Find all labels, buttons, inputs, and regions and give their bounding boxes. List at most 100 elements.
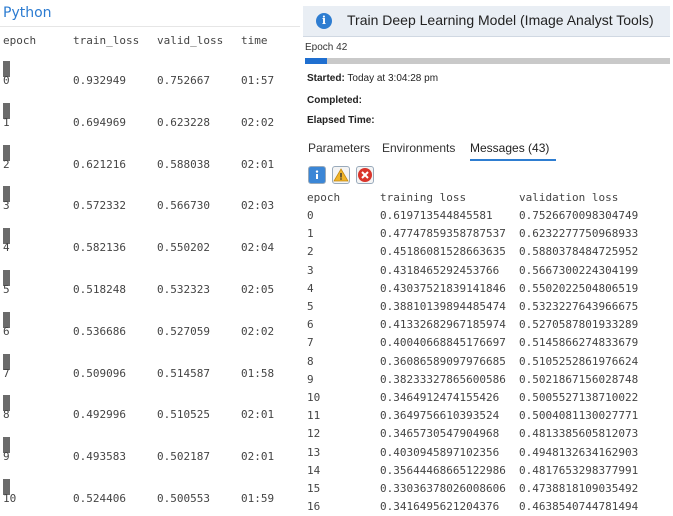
py-cell-epoch: 3: [3, 199, 10, 213]
msg-cell-training-loss: 0.4318465292453766: [380, 263, 500, 277]
msg-cell-training-loss: 0.619713544845581: [380, 209, 493, 222]
msg-cell-training-loss: 0.4030945897102356: [380, 445, 500, 459]
msg-cell-validation-loss: 0.4817653298377991: [519, 463, 639, 477]
py-header-epoch: epoch: [3, 34, 37, 47]
msg-cell-training-loss: 0.3416495621204376: [380, 500, 500, 514]
msg-cell-validation-loss: 0.6232277750968933: [519, 227, 639, 241]
msg-cell-training-loss: 0.3464912474155426: [380, 391, 500, 404]
python-output-row: 0 0.932949 0.752667 01:57: [0, 61, 300, 103]
py-cell-train-loss: 0.621216: [73, 157, 126, 171]
py-cell-train-loss: 0.518248: [73, 283, 126, 296]
py-cell-valid-loss: 0.532323: [157, 283, 210, 296]
msg-cell-validation-loss: 0.5502022504806519: [519, 281, 639, 295]
msg-header-training-loss: training loss: [380, 191, 467, 204]
error-filter-icon[interactable]: [356, 166, 374, 184]
py-cell-train-loss: 0.932949: [73, 74, 126, 87]
py-cell-time: 02:01: [241, 408, 275, 422]
msg-cell-validation-loss: 0.5323227643966675: [519, 300, 639, 313]
py-cell-valid-loss: 0.510525: [157, 408, 210, 422]
python-output-row: 9 0.493583 0.502187 02:01: [0, 437, 300, 479]
py-cell-epoch: 10: [3, 492, 17, 505]
progress-bar: [305, 58, 670, 64]
python-pane-divider: [0, 26, 300, 27]
tab-parameters[interactable]: Parameters: [308, 141, 370, 155]
info-filter-icon[interactable]: [308, 166, 326, 184]
msg-cell-training-loss: 0.3465730547904968: [380, 427, 500, 441]
tool-header: i Train Deep Learning Model (Image Analy…: [303, 6, 670, 37]
msg-cell-epoch: 10: [307, 391, 321, 404]
py-cell-epoch: 2: [3, 157, 10, 171]
msg-cell-epoch: 11: [307, 409, 321, 423]
msg-cell-training-loss: 0.33036378026008606: [380, 482, 506, 495]
py-cell-valid-loss: 0.514587: [157, 366, 210, 380]
py-cell-train-loss: 0.524406: [73, 492, 126, 505]
python-output-row: 3 0.572332 0.566730 02:03: [0, 186, 300, 228]
tool-title: Train Deep Learning Model (Image Analyst…: [347, 12, 654, 28]
geoprocessing-pane: i Train Deep Learning Model (Image Analy…: [303, 0, 673, 513]
python-output-row: 5 0.518248 0.532323 02:05: [0, 270, 300, 312]
msg-cell-validation-loss: 0.7526670098304749: [519, 209, 639, 222]
msg-cell-training-loss: 0.38810139894485474: [380, 300, 506, 313]
msg-cell-validation-loss: 0.5145866274833679: [519, 336, 639, 350]
msg-cell-epoch: 1: [307, 227, 314, 241]
py-cell-time: 02:01: [241, 157, 275, 171]
msg-cell-epoch: 9: [307, 372, 314, 386]
py-cell-valid-loss: 0.550202: [157, 241, 210, 255]
elapsed-label: Elapsed Time:: [307, 115, 375, 126]
elapsed-row: Elapsed Time:: [307, 115, 375, 126]
py-cell-time: 01:59: [241, 492, 275, 505]
python-output-row: 6 0.536686 0.527059 02:02: [0, 311, 300, 354]
py-cell-time: 02:04: [241, 241, 275, 255]
info-icon: i: [316, 13, 332, 29]
epoch-status: Epoch 42: [305, 42, 348, 53]
py-cell-valid-loss: 0.502187: [157, 450, 210, 464]
python-output-row: 2 0.621216 0.588038 02:01: [0, 144, 300, 187]
py-cell-train-loss: 0.509096: [73, 366, 126, 380]
warning-filter-icon[interactable]: [332, 166, 350, 184]
py-cell-train-loss: 0.572332: [73, 199, 126, 213]
py-cell-time: 02:01: [241, 450, 275, 464]
completed-row: Completed:: [307, 95, 362, 106]
python-output-row: 1 0.694969 0.623228 02:02: [0, 102, 300, 145]
py-cell-valid-loss: 0.566730: [157, 199, 210, 213]
msg-cell-epoch: 3: [307, 263, 314, 277]
py-cell-valid-loss: 0.588038: [157, 157, 210, 171]
py-cell-valid-loss: 0.527059: [157, 324, 210, 338]
msg-cell-validation-loss: 0.5004081130027771: [519, 409, 639, 423]
py-cell-time: 01:58: [241, 366, 275, 380]
py-cell-time: 02:02: [241, 115, 275, 129]
msg-cell-training-loss: 0.3649756610393524: [380, 409, 500, 423]
py-cell-time: 02:02: [241, 324, 275, 338]
py-cell-epoch: 0: [3, 74, 10, 87]
py-header-time: time: [241, 34, 268, 47]
py-cell-valid-loss: 0.500553: [157, 492, 210, 505]
py-cell-epoch: 6: [3, 324, 10, 338]
python-pane-title: Python: [3, 5, 52, 21]
py-cell-epoch: 8: [3, 408, 10, 422]
python-output-row: 10 0.524406 0.500553 01:59: [0, 479, 300, 510]
msg-cell-epoch: 7: [307, 336, 314, 350]
msg-cell-epoch: 16: [307, 500, 321, 514]
py-cell-train-loss: 0.536686: [73, 324, 126, 338]
py-cell-train-loss: 0.493583: [73, 450, 126, 464]
python-output-row: 7 0.509096 0.514587 01:58: [0, 353, 300, 396]
msg-cell-epoch: 14: [307, 463, 321, 477]
tab-messages[interactable]: Messages (43): [470, 141, 549, 155]
msg-cell-validation-loss: 0.4738818109035492: [519, 482, 639, 495]
msg-header-validation-loss: validation loss: [519, 191, 619, 204]
msg-cell-training-loss: 0.36086589097976685: [380, 354, 506, 368]
python-output-row: 8 0.492996 0.510525 02:01: [0, 395, 300, 437]
msg-cell-epoch: 0: [307, 209, 314, 222]
py-cell-epoch: 9: [3, 450, 10, 464]
msg-cell-epoch: 6: [307, 318, 314, 332]
tab-environments[interactable]: Environments: [382, 141, 455, 155]
msg-cell-epoch: 4: [307, 281, 314, 295]
py-cell-train-loss: 0.694969: [73, 115, 126, 129]
py-cell-epoch: 4: [3, 241, 10, 255]
msg-cell-epoch: 5: [307, 300, 314, 313]
py-cell-epoch: 1: [3, 115, 10, 129]
msg-cell-validation-loss: 0.5021867156028748: [519, 372, 639, 386]
msg-cell-epoch: 15: [307, 482, 321, 495]
msg-cell-training-loss: 0.47747859358787537: [380, 227, 506, 241]
python-console-pane: Python epoch train_loss valid_loss time …: [0, 0, 300, 510]
